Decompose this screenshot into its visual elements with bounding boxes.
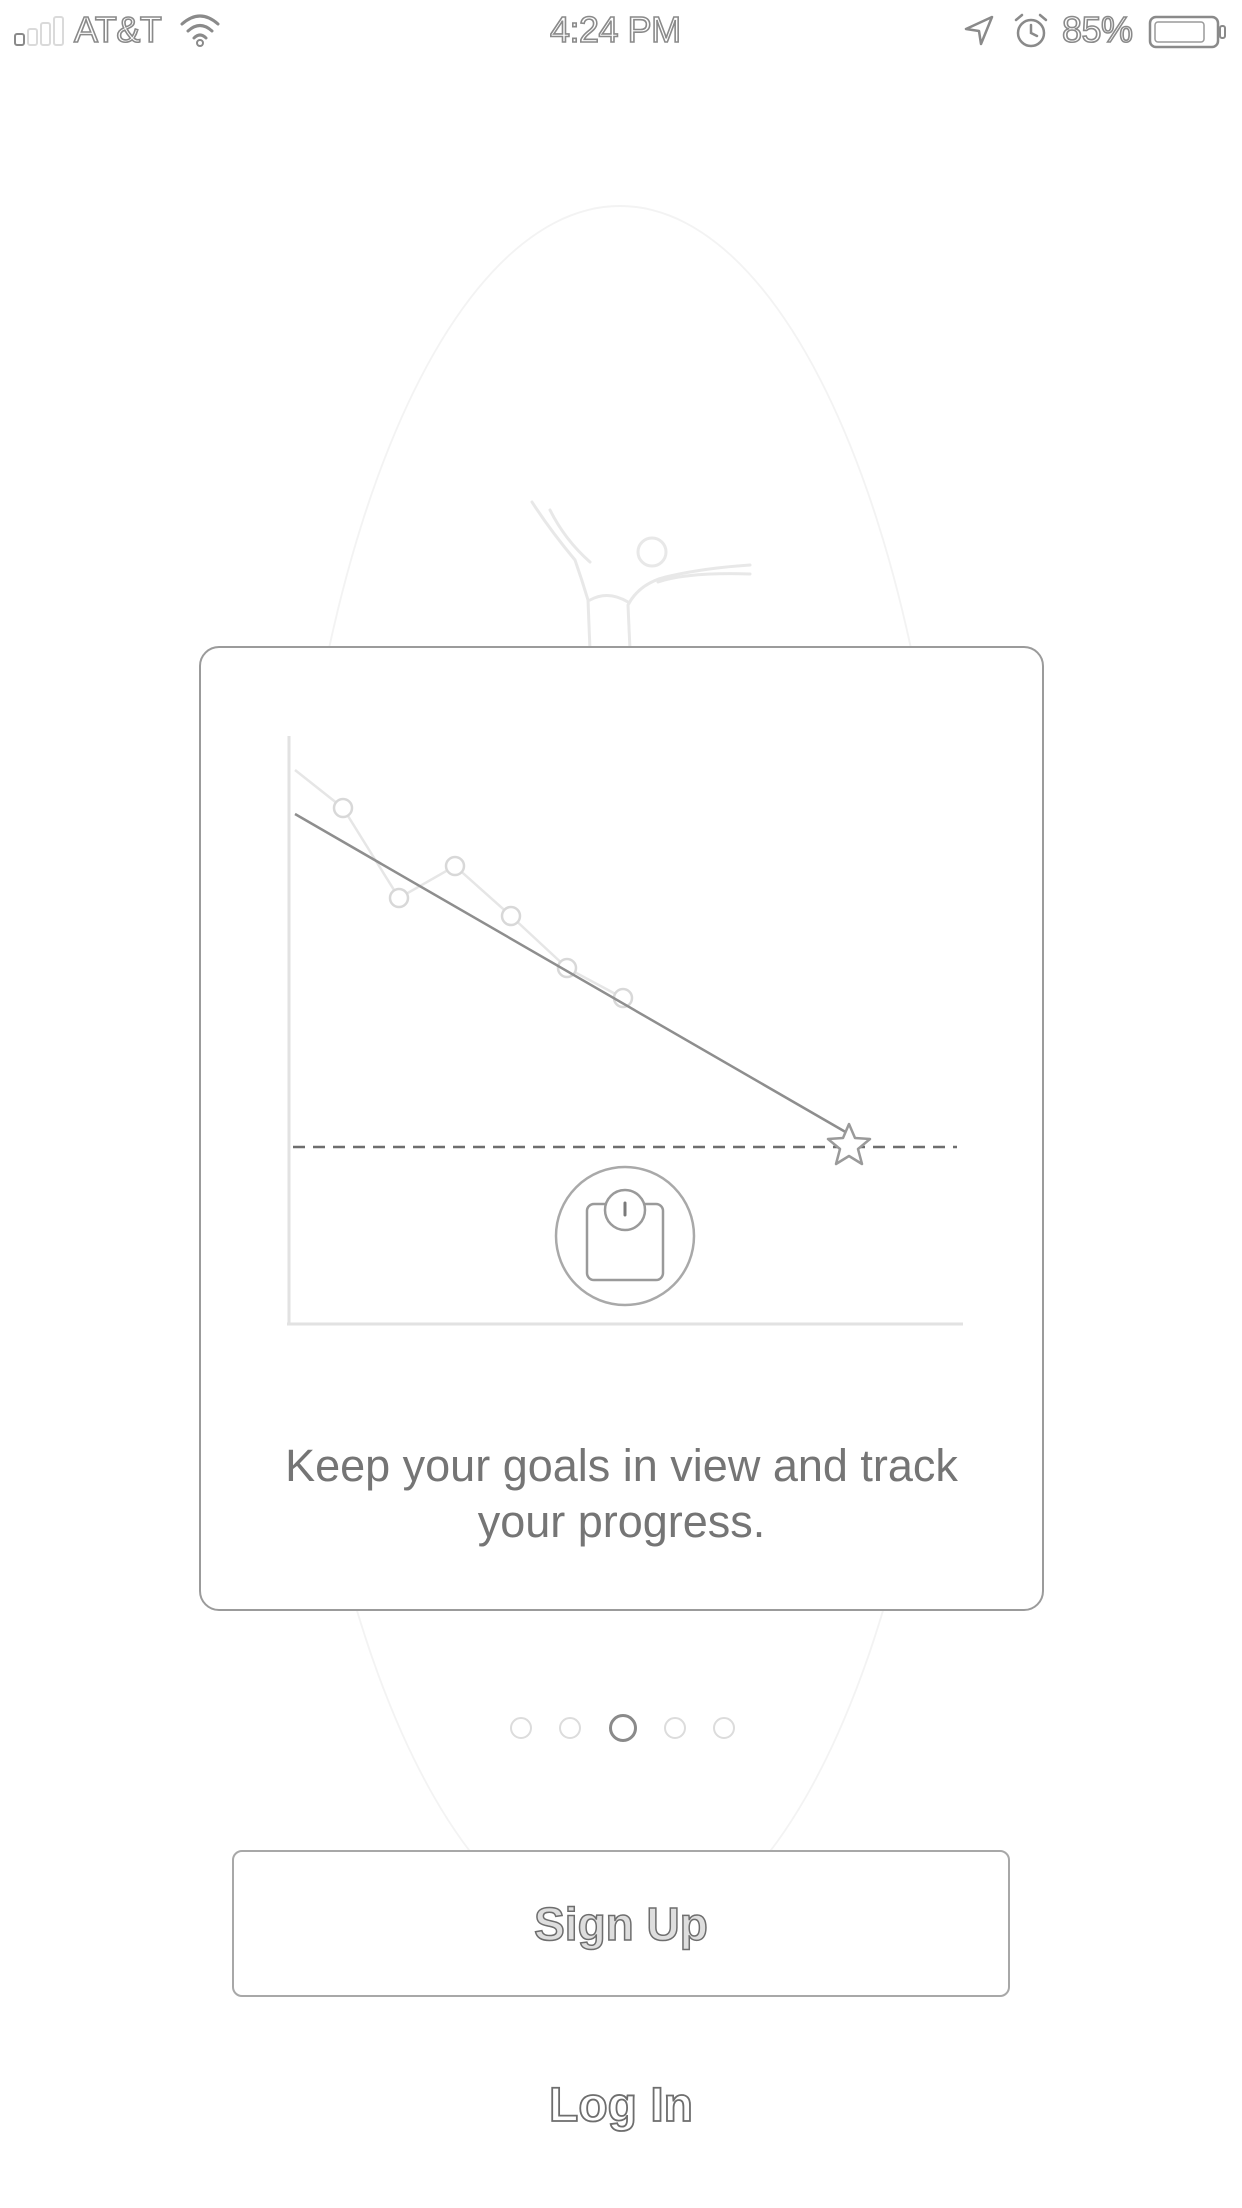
weight-point <box>388 887 410 909</box>
location-arrow-icon <box>964 15 994 46</box>
status-bar: AT&T 4:24 PM 85% <box>0 0 1242 62</box>
clock-time: 4:24 PM <box>549 8 682 51</box>
alarm-icon <box>1014 13 1048 48</box>
trend-line <box>294 812 850 1136</box>
scale-icon <box>554 1165 696 1307</box>
page-dot[interactable] <box>510 1717 532 1739</box>
log-in-label: Log In <box>548 2078 694 2133</box>
battery-percent: 85% <box>1061 8 1134 51</box>
log-in-link[interactable]: Log In <box>421 2070 821 2140</box>
goal-star-icon <box>826 1122 872 1166</box>
sign-up-label: Sign Up <box>533 1897 708 1951</box>
page-dot[interactable] <box>713 1717 735 1739</box>
wifi-icon <box>180 14 220 47</box>
weight-point <box>332 797 354 819</box>
weight-point <box>444 855 466 877</box>
sign-up-button[interactable]: Sign Up <box>232 1850 1010 1997</box>
jumping-figure-logo <box>530 500 752 650</box>
page-indicator[interactable] <box>510 1713 735 1743</box>
page-dot[interactable] <box>663 1717 686 1739</box>
signal-icon <box>14 16 64 46</box>
page-dot[interactable] <box>559 1717 582 1739</box>
page-dot[interactable] <box>608 1714 637 1742</box>
onboarding-card: Keep your goals in view and track your p… <box>199 646 1044 1611</box>
weight-point <box>500 905 522 927</box>
progress-illustration <box>287 736 963 1326</box>
carrier-label: AT&T <box>73 8 162 51</box>
battery-icon <box>1148 15 1226 49</box>
onboarding-caption: Keep your goals in view and track your p… <box>285 1440 958 1547</box>
